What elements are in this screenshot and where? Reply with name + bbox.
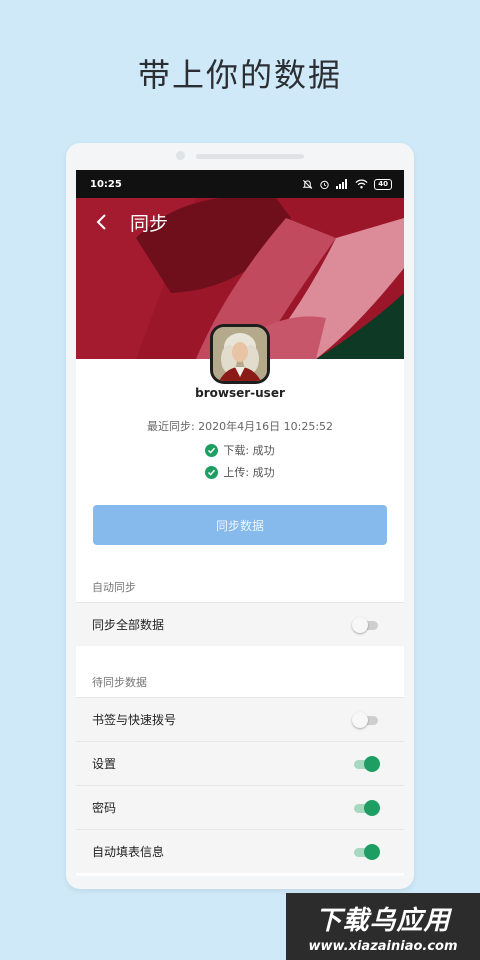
download-status: 下载: 成功 [76, 442, 404, 458]
section-label-auto-sync: 自动同步 [92, 581, 136, 594]
passwords-toggle[interactable] [352, 799, 380, 817]
watermark-main: 下载乌应用 [315, 905, 451, 936]
row-label: 书签与快速拨号 [92, 713, 177, 727]
watermark-url: www.xiazainiao.com [308, 938, 458, 954]
status-bar: 10:25 40 [76, 170, 404, 198]
settings-row[interactable]: 同步全部数据 [76, 602, 404, 646]
username: browser-user [195, 386, 285, 400]
settings-row[interactable]: 自动填表信息 [76, 829, 404, 873]
back-icon[interactable] [90, 210, 114, 234]
promo-title: 带上你的数据 [137, 56, 342, 94]
row-label: 同步全部数据 [92, 618, 165, 632]
last-sync-time: 最近同步: 2020年4月16日 10:25:52 [146, 420, 334, 433]
mute-icon [302, 179, 313, 190]
upload-status: 上传: 成功 [76, 464, 404, 480]
sync-all-toggle[interactable] [352, 616, 380, 634]
alarm-icon [319, 179, 330, 190]
avatar-portrait [213, 327, 267, 381]
download-status-text: 下载: 成功 [223, 444, 275, 457]
row-label: 自动填表信息 [92, 845, 165, 859]
battery-icon: 40 [374, 178, 392, 190]
app-screen: 10:25 40 同步 browser-user 最近同步: 2020年4月16… [76, 170, 404, 876]
check-icon [205, 465, 219, 479]
phone-camera [176, 151, 185, 160]
status-time: 10:25 [90, 178, 122, 190]
header-bar: 同步 [76, 198, 404, 246]
settings-row[interactable]: 设置 [76, 741, 404, 785]
signal-icon [336, 179, 349, 189]
section-label-pending: 待同步数据 [92, 676, 147, 689]
row-label: 密码 [92, 801, 117, 815]
avatar [210, 324, 270, 384]
page-title: 同步 [130, 212, 169, 235]
check-icon [205, 443, 219, 457]
bookmarks-toggle[interactable] [352, 711, 380, 729]
status-icons: 40 [302, 178, 392, 190]
phone-speaker [196, 154, 304, 159]
autofill-toggle[interactable] [352, 843, 380, 861]
settings-row[interactable]: 书签与快速拨号 [76, 697, 404, 741]
row-label: 设置 [92, 757, 117, 771]
wifi-icon [355, 179, 368, 189]
upload-status-text: 上传: 成功 [223, 466, 275, 479]
settings-row[interactable]: 密码 [76, 785, 404, 829]
settings-toggle[interactable] [352, 755, 380, 773]
watermark-logo: 下载乌应用 www.xiazainiao.com [286, 893, 480, 960]
sync-data-button[interactable]: 同步数据 [93, 505, 387, 545]
